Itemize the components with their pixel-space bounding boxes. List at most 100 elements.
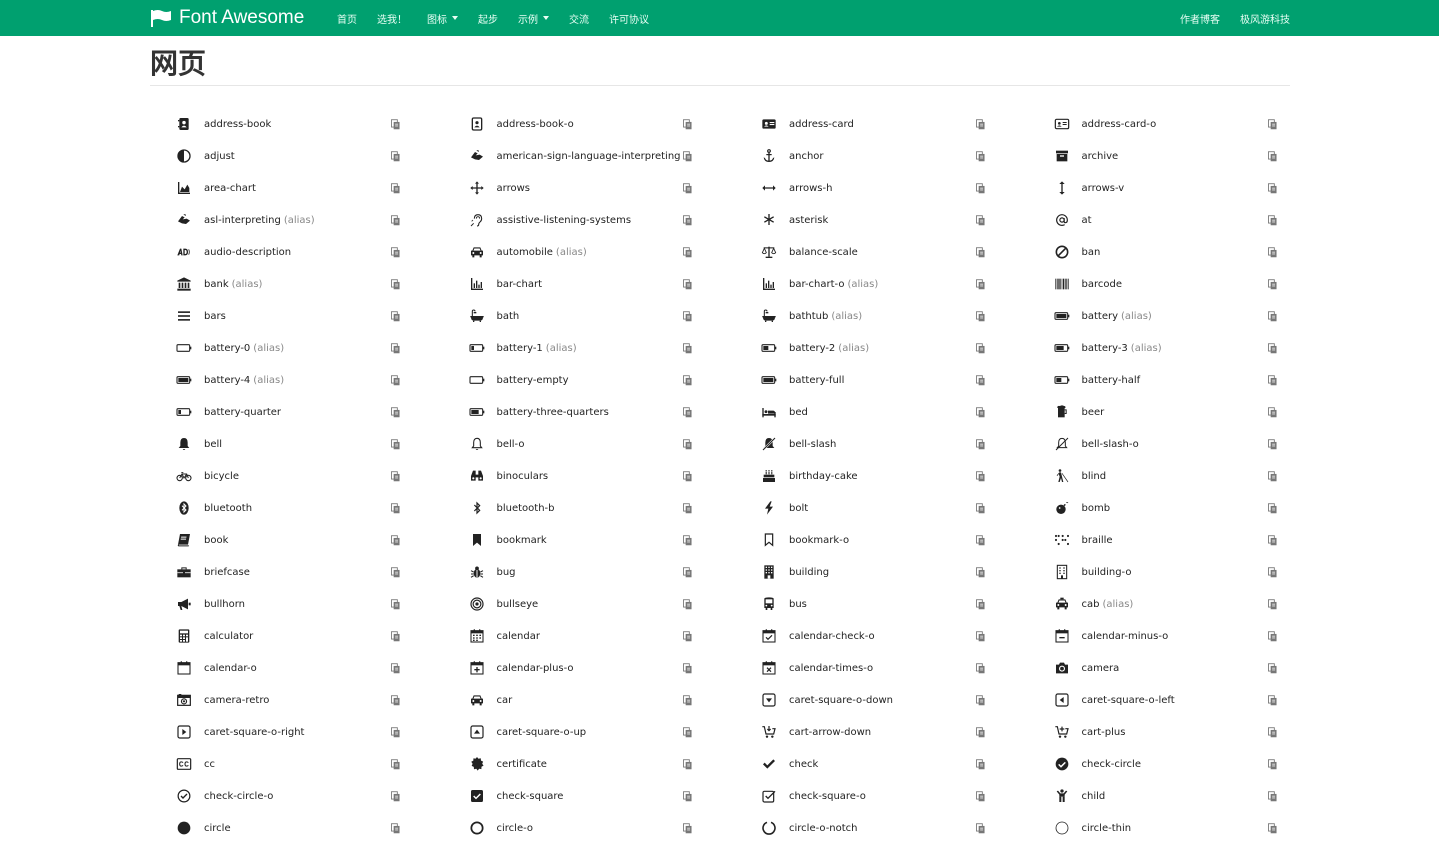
- copy-icon[interactable]: [1266, 309, 1280, 323]
- icon-entry[interactable]: calendar: [443, 620, 736, 652]
- copy-icon[interactable]: [1266, 597, 1280, 611]
- icon-entry[interactable]: calendar-plus-o: [443, 652, 736, 684]
- icon-entry[interactable]: briefcase: [150, 556, 443, 588]
- icon-entry[interactable]: bed: [735, 396, 1028, 428]
- copy-icon[interactable]: [1266, 533, 1280, 547]
- copy-icon[interactable]: [1266, 181, 1280, 195]
- copy-icon[interactable]: [681, 565, 695, 579]
- icon-entry[interactable]: battery-empty: [443, 364, 736, 396]
- copy-icon[interactable]: [388, 149, 402, 163]
- nav-item-0[interactable]: 首页: [337, 11, 357, 26]
- icon-entry[interactable]: anchor: [735, 140, 1028, 172]
- copy-icon[interactable]: [681, 629, 695, 643]
- icon-entry[interactable]: beer: [1028, 396, 1321, 428]
- icon-entry[interactable]: braille: [1028, 524, 1321, 556]
- icon-entry[interactable]: caret-square-o-right: [150, 716, 443, 748]
- copy-icon[interactable]: [388, 277, 402, 291]
- copy-icon[interactable]: [681, 469, 695, 483]
- icon-entry[interactable]: circle-thin: [1028, 812, 1321, 844]
- copy-icon[interactable]: [973, 149, 987, 163]
- copy-icon[interactable]: [1266, 213, 1280, 227]
- icon-entry[interactable]: bars: [150, 300, 443, 332]
- copy-icon[interactable]: [1266, 725, 1280, 739]
- icon-entry[interactable]: check-square: [443, 780, 736, 812]
- icon-entry[interactable]: bell-slash: [735, 428, 1028, 460]
- icon-entry[interactable]: battery-1 (alias): [443, 332, 736, 364]
- copy-icon[interactable]: [388, 533, 402, 547]
- copy-icon[interactable]: [681, 501, 695, 515]
- copy-icon[interactable]: [973, 405, 987, 419]
- icon-entry[interactable]: circle: [150, 812, 443, 844]
- copy-icon[interactable]: [681, 341, 695, 355]
- icon-entry[interactable]: building: [735, 556, 1028, 588]
- icon-entry[interactable]: arrows-v: [1028, 172, 1321, 204]
- icon-entry[interactable]: battery-full: [735, 364, 1028, 396]
- icon-entry[interactable]: battery-2 (alias): [735, 332, 1028, 364]
- copy-icon[interactable]: [973, 693, 987, 707]
- icon-entry[interactable]: check-circle: [1028, 748, 1321, 780]
- icon-entry[interactable]: bar-chart-o (alias): [735, 268, 1028, 300]
- icon-entry[interactable]: calendar-times-o: [735, 652, 1028, 684]
- icon-entry[interactable]: check-square-o: [735, 780, 1028, 812]
- icon-entry[interactable]: camera-retro: [150, 684, 443, 716]
- icon-entry[interactable]: assistive-listening-systems: [443, 204, 736, 236]
- copy-icon[interactable]: [973, 437, 987, 451]
- icon-entry[interactable]: bookmark-o: [735, 524, 1028, 556]
- icon-entry[interactable]: asl-interpreting (alias): [150, 204, 443, 236]
- icon-entry[interactable]: battery-three-quarters: [443, 396, 736, 428]
- copy-icon[interactable]: [388, 565, 402, 579]
- copy-icon[interactable]: [388, 341, 402, 355]
- icon-entry[interactable]: battery-3 (alias): [1028, 332, 1321, 364]
- nav-right-item-0[interactable]: 作者博客: [1180, 11, 1220, 26]
- icon-entry[interactable]: barcode: [1028, 268, 1321, 300]
- icon-entry[interactable]: check: [735, 748, 1028, 780]
- copy-icon[interactable]: [973, 789, 987, 803]
- icon-entry[interactable]: battery-4 (alias): [150, 364, 443, 396]
- icon-entry[interactable]: bolt: [735, 492, 1028, 524]
- icon-entry[interactable]: bell: [150, 428, 443, 460]
- copy-icon[interactable]: [1266, 469, 1280, 483]
- copy-icon[interactable]: [1266, 661, 1280, 675]
- copy-icon[interactable]: [973, 373, 987, 387]
- copy-icon[interactable]: [681, 405, 695, 419]
- icon-entry[interactable]: caret-square-o-down: [735, 684, 1028, 716]
- copy-icon[interactable]: [973, 597, 987, 611]
- brand-link[interactable]: Font Awesome: [150, 4, 304, 32]
- copy-icon[interactable]: [681, 693, 695, 707]
- copy-icon[interactable]: [1266, 821, 1280, 835]
- icon-entry[interactable]: bell-slash-o: [1028, 428, 1321, 460]
- icon-entry[interactable]: arrows: [443, 172, 736, 204]
- icon-entry[interactable]: address-card-o: [1028, 108, 1321, 140]
- copy-icon[interactable]: [388, 373, 402, 387]
- nav-item-1[interactable]: 选我！: [377, 11, 407, 26]
- copy-icon[interactable]: [681, 181, 695, 195]
- copy-icon[interactable]: [1266, 405, 1280, 419]
- copy-icon[interactable]: [681, 213, 695, 227]
- icon-entry[interactable]: birthday-cake: [735, 460, 1028, 492]
- icon-entry[interactable]: american-sign-language-interpreting: [443, 140, 736, 172]
- icon-entry[interactable]: balance-scale: [735, 236, 1028, 268]
- icon-entry[interactable]: battery-half: [1028, 364, 1321, 396]
- copy-icon[interactable]: [681, 437, 695, 451]
- copy-icon[interactable]: [388, 469, 402, 483]
- copy-icon[interactable]: [681, 533, 695, 547]
- icon-entry[interactable]: caret-square-o-left: [1028, 684, 1321, 716]
- icon-entry[interactable]: address-book-o: [443, 108, 736, 140]
- copy-icon[interactable]: [388, 181, 402, 195]
- icon-entry[interactable]: bomb: [1028, 492, 1321, 524]
- icon-entry[interactable]: building-o: [1028, 556, 1321, 588]
- copy-icon[interactable]: [388, 501, 402, 515]
- copy-icon[interactable]: [1266, 373, 1280, 387]
- icon-entry[interactable]: camera: [1028, 652, 1321, 684]
- copy-icon[interactable]: [1266, 117, 1280, 131]
- nav-item-5[interactable]: 交流: [569, 11, 589, 26]
- icon-entry[interactable]: cc: [150, 748, 443, 780]
- icon-entry[interactable]: arrows-h: [735, 172, 1028, 204]
- icon-entry[interactable]: calendar-o: [150, 652, 443, 684]
- copy-icon[interactable]: [1266, 789, 1280, 803]
- icon-entry[interactable]: certificate: [443, 748, 736, 780]
- nav-item-3[interactable]: 起步: [478, 11, 498, 26]
- copy-icon[interactable]: [973, 533, 987, 547]
- icon-entry[interactable]: blind: [1028, 460, 1321, 492]
- copy-icon[interactable]: [388, 629, 402, 643]
